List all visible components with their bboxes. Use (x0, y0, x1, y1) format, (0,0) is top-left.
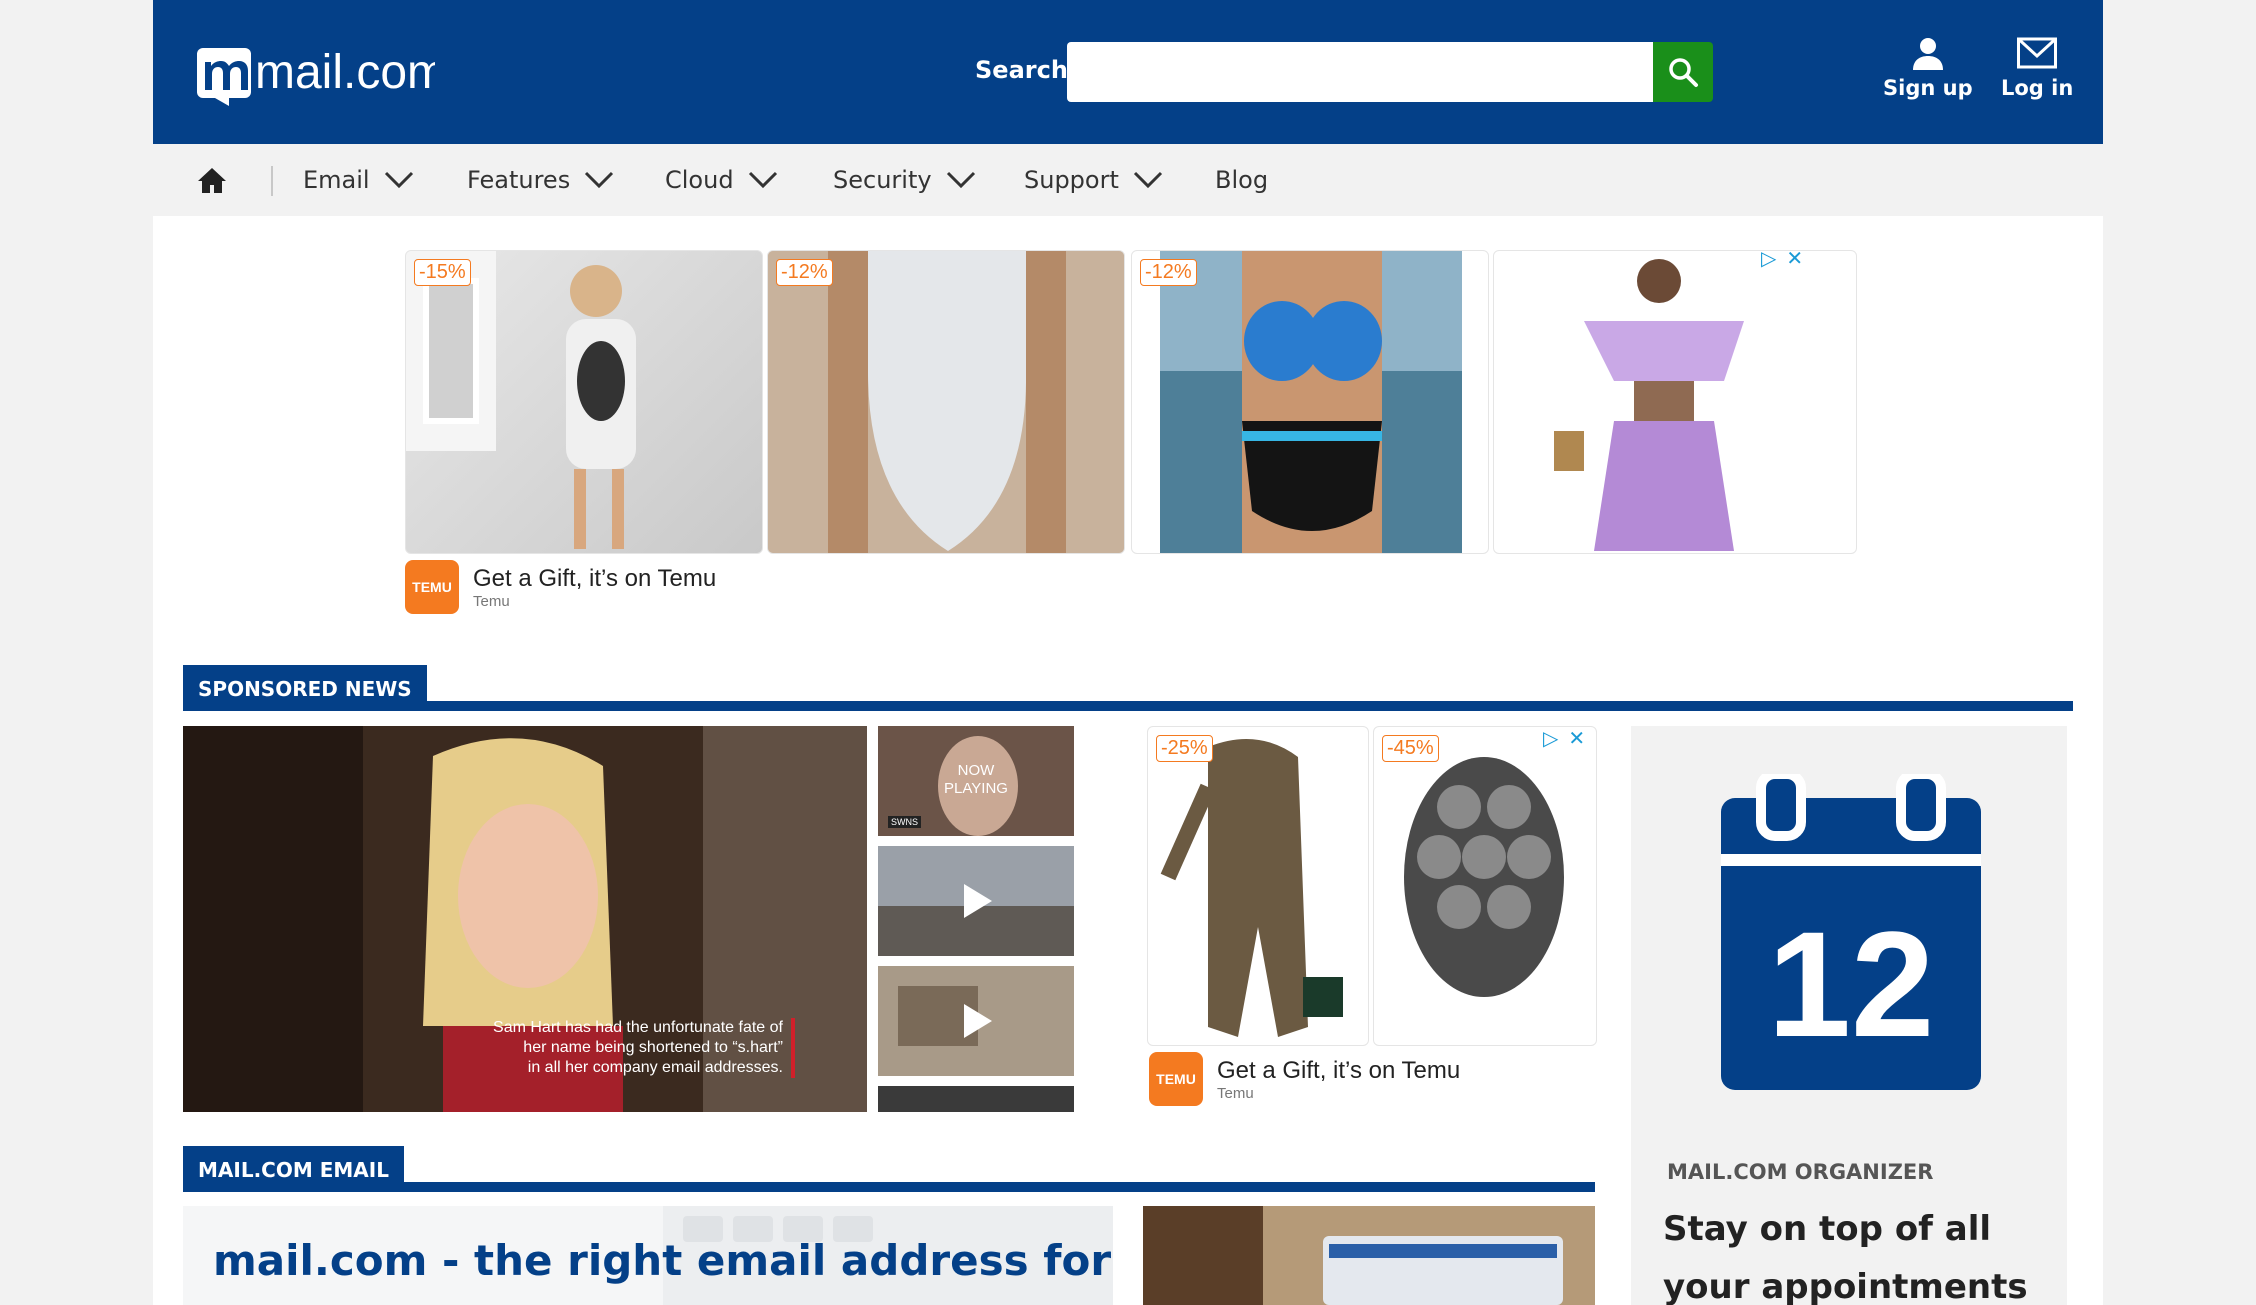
mail-com-logo[interactable]: mail.com (195, 36, 447, 106)
outfit-image (1554, 259, 1744, 551)
home-link[interactable] (197, 166, 227, 198)
logo-text: mail.com (255, 46, 435, 99)
nav-item-label: Cloud (665, 166, 734, 194)
signup-label: Sign up (1883, 76, 1973, 100)
ad-advertiser: Temu (473, 592, 510, 610)
video-thumbnail[interactable] (878, 1086, 1074, 1112)
sponsored-news-header: SPONSORED NEWS (183, 665, 2073, 711)
chevron-down-icon (946, 171, 975, 189)
nav-item-label: Features (467, 166, 571, 194)
search-input[interactable] (1067, 42, 1653, 102)
discount-badge: -45% (1382, 735, 1439, 762)
site-header: mail.com Search Sign up Log in (153, 0, 2103, 144)
video-caption: Sam Hart has had the unfortunate fate of… (493, 1018, 795, 1078)
adchoices-icon: ▷ (1543, 726, 1559, 750)
page: mail.com Search Sign up Log in Email Fea… (153, 0, 2103, 1305)
ad-product-tile[interactable] (1493, 250, 1857, 554)
thumbnail-image (878, 846, 1074, 956)
search-button[interactable] (1653, 42, 1713, 102)
dress-image (406, 251, 636, 549)
nav-item-features[interactable]: Features (467, 166, 614, 194)
close-icon[interactable]: ✕ (1786, 246, 1803, 270)
ad-choices[interactable]: ▷ ✕ (1543, 726, 1585, 750)
caption-line: Sam Hart has had the unfortunate fate of (493, 1019, 783, 1036)
swimsuit-image (768, 251, 1124, 553)
chevron-down-icon (585, 171, 614, 189)
now-playing-line: NOW (957, 762, 995, 779)
nav-item-label: Support (1024, 166, 1119, 194)
ad-product-tile[interactable]: -25% (1147, 726, 1369, 1046)
nav-divider (271, 166, 273, 196)
discount-badge: -12% (1140, 259, 1197, 286)
calendar-icon: 12 (1721, 769, 1981, 1090)
login-button[interactable]: Log in (2001, 36, 2073, 100)
search-label: Search (975, 56, 1068, 84)
video-thumbnail[interactable] (878, 846, 1074, 956)
nav-item-blog[interactable]: Blog (1215, 166, 1268, 194)
video-player[interactable]: Sam Hart has had the unfortunate fate of… (183, 726, 867, 1112)
nav-item-security[interactable]: Security (833, 166, 976, 194)
ad-title[interactable]: Get a Gift, it’s on Temu (1217, 1057, 1460, 1085)
thumbnail-image (878, 966, 1074, 1076)
nav-item-label: Email (303, 166, 370, 194)
adchoices-icon: ▷ (1761, 246, 1777, 270)
user-icon (1912, 38, 1943, 70)
temu-ad-banner[interactable]: -15% -12% -12% ▷ ✕ TEMU Get a Gift, it’s… (405, 246, 1857, 620)
caption-line: in all her company email addresses. (527, 1059, 783, 1076)
ad-title[interactable]: Get a Gift, it’s on Temu (473, 565, 716, 593)
ad-footer[interactable]: TEMU Get a Gift, it’s on Temu Temu (405, 560, 716, 614)
login-label: Log in (2001, 76, 2074, 100)
bikini-image (1160, 251, 1462, 553)
now-playing-line: PLAYING (944, 780, 1008, 797)
ad-footer[interactable]: TEMU Get a Gift, it’s on Temu Temu (1149, 1052, 1460, 1106)
section-title: MAIL.COM EMAIL (183, 1146, 404, 1192)
section-divider (183, 701, 2073, 711)
calendar-day: 12 (1768, 900, 1935, 1068)
ad-advertiser: Temu (1217, 1084, 1254, 1102)
nav-item-email[interactable]: Email (303, 166, 414, 194)
nav-item-label: Security (833, 166, 932, 194)
search-icon (1669, 58, 1698, 87)
email-promo-card[interactable]: mail.com - the right email address for y… (183, 1206, 1113, 1305)
section-title: SPONSORED NEWS (183, 665, 427, 711)
email-promo-image[interactable] (1143, 1206, 1595, 1305)
shaver-image (1404, 757, 1564, 997)
ad-product-tile[interactable]: -15% (405, 250, 763, 554)
envelope-icon (2017, 37, 2058, 69)
chevron-down-icon (1133, 171, 1162, 189)
close-icon[interactable]: ✕ (1568, 726, 1585, 750)
caption-line: her name being shortened to “s.hart” (523, 1039, 783, 1056)
organizer-label: MAIL.COM ORGANIZER (1667, 1160, 1934, 1184)
nav-item-label: Blog (1215, 166, 1269, 194)
temu-ad-card[interactable]: -25% -45% ▷ ✕ TEMU Get a Gift, it’s on T… (1147, 726, 1597, 1106)
home-icon (198, 168, 226, 193)
nav-item-cloud[interactable]: Cloud (665, 166, 778, 194)
organizer-headline[interactable]: Stay on top of all your appointments (1663, 1200, 2063, 1305)
discount-badge: -15% (414, 259, 471, 286)
email-card-title[interactable]: mail.com - the right email address for y… (213, 1236, 1113, 1285)
video-thumbnail[interactable] (878, 966, 1074, 1076)
ad-product-tile[interactable]: -12% (1131, 250, 1489, 554)
chevron-down-icon (384, 171, 413, 189)
organizer-panel[interactable]: 12 MAIL.COM ORGANIZER Stay on top of all… (1631, 726, 2067, 1305)
now-playing-label: NOW PLAYING (878, 762, 1074, 798)
bodysuit-image (1160, 739, 1343, 1037)
temu-logo: TEMU (1149, 1052, 1203, 1106)
discount-badge: -25% (1156, 735, 1213, 762)
source-badge: SWNS (888, 816, 921, 828)
main-nav: Email Features Cloud Security Support Bl… (153, 144, 2103, 216)
ad-product-tile[interactable]: -12% (767, 250, 1125, 554)
chevron-down-icon (748, 171, 777, 189)
nav-item-support[interactable]: Support (1024, 166, 1163, 194)
discount-badge: -12% (776, 259, 833, 286)
ad-product-tile[interactable]: -45% (1373, 726, 1597, 1046)
video-thumbnail[interactable]: NOW PLAYING SWNS (878, 726, 1074, 836)
temu-logo: TEMU (405, 560, 459, 614)
mail-email-header: MAIL.COM EMAIL (183, 1146, 1595, 1192)
signup-button[interactable]: Sign up (1883, 36, 1973, 100)
laptop-image (1143, 1206, 1595, 1305)
ad-choices[interactable]: ▷ ✕ (1761, 246, 1803, 270)
